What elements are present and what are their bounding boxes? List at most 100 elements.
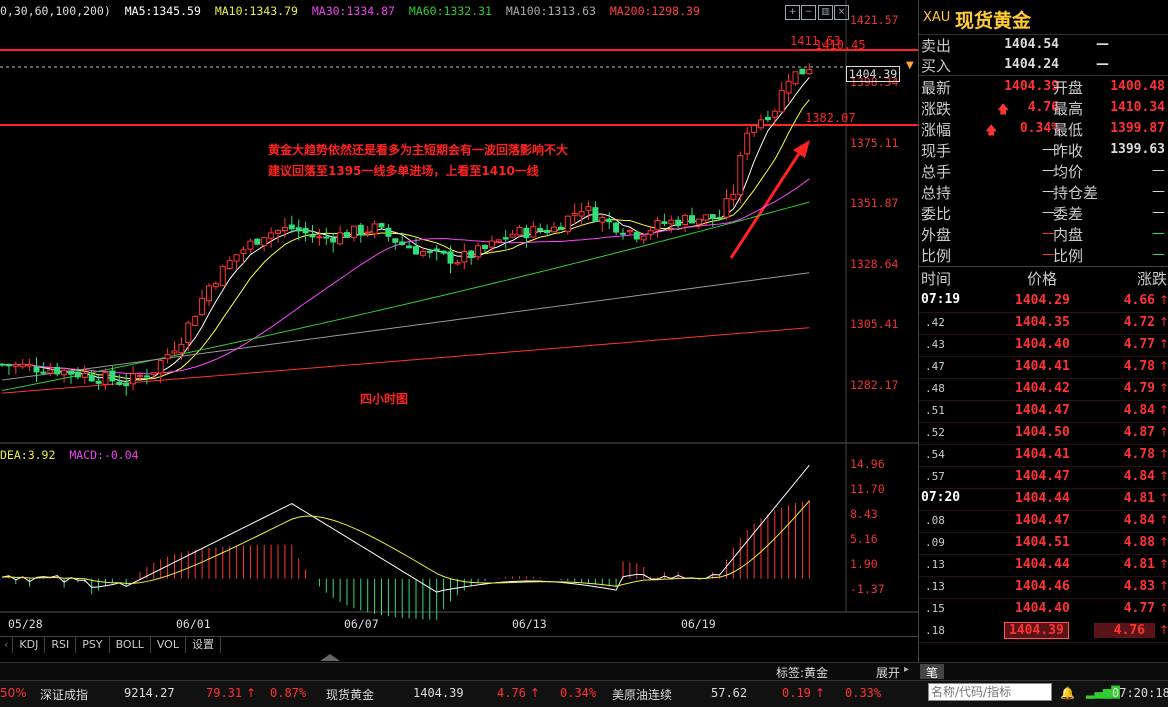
- high-price: 1410.34: [1110, 100, 1165, 115]
- candle: [137, 374, 143, 377]
- candle: [482, 244, 488, 249]
- ma100-line: [1, 272, 810, 381]
- trade-row[interactable]: .52 1404.50 4.87 ↑: [919, 422, 1168, 445]
- up-arrow-icon: ↑: [246, 686, 257, 700]
- bid-ratio-value: —: [1042, 205, 1055, 220]
- trade-row[interactable]: .15 1404.40 4.77 ↑: [919, 598, 1168, 621]
- bid-diff-label: 委差: [1053, 205, 1084, 223]
- sell-price: 1404.54: [1004, 37, 1059, 52]
- kline-chart[interactable]: [0, 0, 918, 636]
- buy-label: 买入: [921, 57, 952, 75]
- trade-time: .13: [925, 580, 945, 593]
- bid-diff-value: —: [1152, 205, 1165, 220]
- candle: [47, 369, 54, 374]
- trade-row[interactable]: .13 1404.46 4.83 ↑: [919, 576, 1168, 599]
- macd-axis-label: -1.37: [850, 582, 885, 596]
- tab-psy[interactable]: PSY: [76, 637, 110, 653]
- candle: [695, 218, 702, 225]
- tab-settings[interactable]: 设置: [186, 637, 221, 653]
- zoom-out-icon[interactable]: −: [801, 5, 816, 20]
- market-ticker-bar: 50% 深证成指 9214.27 79.31 ↑ 0.87% 现货黄金 1404…: [0, 680, 1168, 707]
- candle: [606, 218, 613, 223]
- hand-label: 现手: [921, 142, 952, 160]
- inner-value: —: [1152, 226, 1165, 241]
- search-input[interactable]: [928, 683, 1052, 701]
- bell-icon[interactable]: 🔔: [1060, 686, 1075, 700]
- trade-row[interactable]: .48 1404.42 4.79 ↑: [919, 378, 1168, 401]
- trade-row[interactable]: .08 1404.47 4.84 ↑: [919, 510, 1168, 533]
- latest-label: 最新: [921, 79, 952, 97]
- ticker-index-name[interactable]: 深证成指: [40, 686, 88, 703]
- tab-vol[interactable]: VOL: [151, 637, 186, 653]
- buy-price: 1404.24: [1004, 57, 1059, 72]
- clock: 07:20:18: [1112, 686, 1168, 700]
- hold-value: —: [1042, 184, 1055, 199]
- candle: [240, 249, 247, 254]
- up-arrow-icon: ↑: [1158, 579, 1168, 593]
- tab-scroll-left[interactable]: ‹: [0, 637, 14, 653]
- trade-time: .47: [925, 360, 945, 373]
- up-arrow-icon: ↑: [1158, 557, 1168, 571]
- candle: [281, 226, 288, 232]
- chart-type-icon[interactable]: ▥: [818, 5, 833, 20]
- ticker-index-change: 79.31: [206, 686, 243, 700]
- candle: [275, 230, 281, 234]
- trade-price: 1404.50: [1015, 425, 1070, 440]
- candle: [33, 366, 40, 373]
- trade-row[interactable]: .18 1404.39 4.76 ↑: [919, 620, 1168, 643]
- macd-axis-label: 1.90: [850, 557, 878, 571]
- ma-indicator-row: 0,30,60,100,200) MA5:1345.59 MA10:1343.7…: [0, 4, 707, 18]
- trade-price: 1404.40: [1015, 601, 1070, 616]
- trade-row[interactable]: .54 1404.41 4.78 ↑: [919, 444, 1168, 467]
- ticker-gold-name[interactable]: 现货黄金: [326, 686, 374, 703]
- trade-row[interactable]: .51 1404.47 4.84 ↑: [919, 400, 1168, 423]
- outer-label: 外盘: [921, 226, 952, 244]
- candle: [613, 222, 620, 233]
- candle: [81, 372, 88, 378]
- up-arrow-icon: ↑: [1158, 623, 1168, 637]
- tab-rsi[interactable]: RSI: [45, 637, 77, 653]
- total-label: 总手: [921, 163, 952, 181]
- tab-kdj[interactable]: KDJ: [13, 637, 46, 653]
- trade-row[interactable]: 07:19 1404.29 4.66 ↑: [919, 290, 1168, 313]
- candle: [74, 371, 81, 378]
- candle: [737, 154, 744, 196]
- trade-row[interactable]: .47 1404.41 4.78 ↑: [919, 356, 1168, 379]
- trade-change: 4.83: [1123, 579, 1155, 594]
- ticker-oil-pct: 0.33%: [845, 686, 882, 700]
- ticker-oil-name[interactable]: 美原油连续: [612, 686, 672, 703]
- candle: [716, 216, 723, 220]
- trade-change: 4.88: [1123, 535, 1155, 550]
- trade-price: 1404.47: [1015, 469, 1070, 484]
- zoom-in-icon[interactable]: +: [785, 5, 800, 20]
- candle: [316, 236, 323, 239]
- candle: [406, 245, 413, 249]
- quote-name: 现货黄金: [955, 10, 1032, 32]
- collapse-arrow-icon[interactable]: [320, 654, 340, 661]
- ticker-gold-pct: 0.34%: [560, 686, 597, 700]
- expand-button[interactable]: 展开: [876, 664, 900, 681]
- tab-boll[interactable]: BOLL: [110, 637, 151, 653]
- trade-change: 4.76: [1093, 623, 1155, 638]
- up-arrow-icon: ↑: [530, 686, 541, 700]
- trade-price: 1404.51: [1015, 535, 1070, 550]
- candle: [689, 215, 695, 224]
- pen-button[interactable]: 笔: [920, 664, 944, 680]
- close-icon[interactable]: ×: [834, 5, 849, 20]
- trade-row[interactable]: .57 1404.47 4.84 ↑: [919, 466, 1168, 489]
- kline-chart-area[interactable]: 0,30,60,100,200) MA5:1345.59 MA10:1343.7…: [0, 0, 918, 636]
- trade-change: 4.79: [1123, 381, 1155, 396]
- candle: [295, 227, 302, 232]
- hold-label: 总持: [921, 184, 952, 202]
- price-axis-label: 1328.64: [850, 257, 899, 271]
- total-value: —: [1042, 163, 1055, 178]
- trade-row[interactable]: .42 1404.35 4.72 ↑: [919, 312, 1168, 335]
- trade-price: 1404.47: [1015, 403, 1070, 418]
- trade-row[interactable]: .13 1404.44 4.81 ↑: [919, 554, 1168, 577]
- trade-row[interactable]: .43 1404.40 4.77 ↑: [919, 334, 1168, 357]
- trade-row[interactable]: 07:20 1404.44 4.81 ↑: [919, 488, 1168, 511]
- expand-arrow-icon[interactable]: ▸: [904, 664, 909, 675]
- indicator-tabs: ‹ KDJ RSI PSY BOLL VOL 设置: [0, 636, 918, 654]
- up-arrow-icon: ↑: [815, 686, 826, 700]
- trade-row[interactable]: .09 1404.51 4.88 ↑: [919, 532, 1168, 555]
